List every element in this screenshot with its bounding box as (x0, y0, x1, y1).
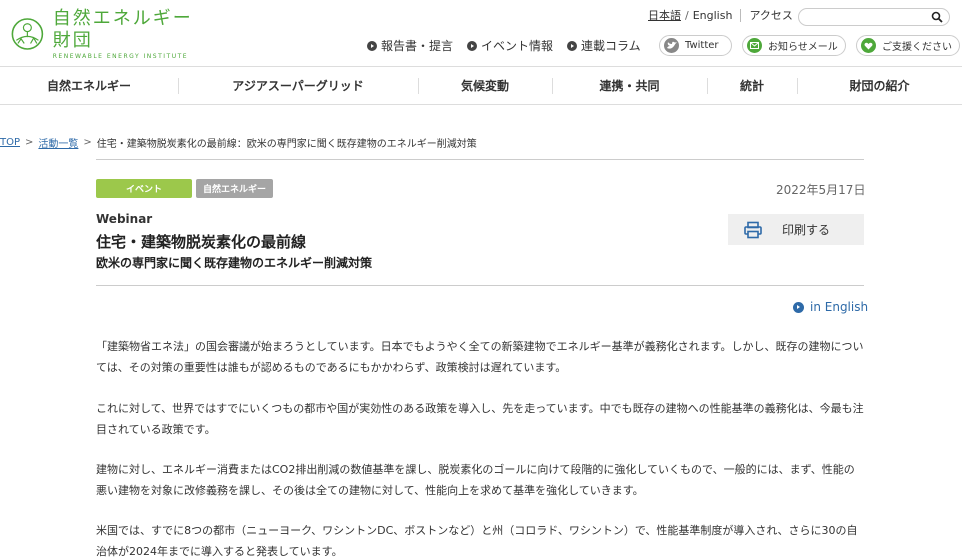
arrow-circle-icon (793, 301, 804, 313)
tag-category[interactable]: 自然エネルギー (196, 179, 273, 198)
mail-icon (747, 38, 762, 53)
arrow-circle-icon (467, 40, 478, 51)
twitter-icon (664, 38, 679, 53)
article-paragraph: 「建築物省エネ法」の国会審議が始まろうとしています。日本でもようやく全ての新築建… (96, 340, 864, 374)
page-title: 住宅・建築物脱炭素化の最前線 (96, 233, 307, 251)
twitter-label: Twitter (685, 40, 719, 51)
sub-nav-label: イベント情報 (481, 39, 554, 53)
search-box (798, 8, 950, 29)
support-label: ご支援ください (882, 42, 952, 53)
in-english-link[interactable]: in English (793, 300, 868, 314)
printer-icon (744, 221, 762, 238)
nav-statistics[interactable]: 統計 (707, 67, 797, 104)
site-logo[interactable]: 自然エネルギー財団 RENEWABLE ENERGY INSTITUTE (10, 8, 195, 60)
heart-hand-icon (861, 38, 876, 53)
lang-english-link[interactable]: English (693, 9, 733, 22)
newsletter-label: お知らせメール (768, 42, 838, 53)
logo-icon (11, 18, 44, 50)
sub-nav-label: 連載コラム (581, 39, 641, 53)
nav-renewable-energy[interactable]: 自然エネルギー (0, 67, 178, 104)
sub-nav: 報告書・提言 イベント情報 連載コラム (367, 37, 655, 54)
divider (740, 8, 742, 22)
arrow-circle-icon (367, 40, 377, 51)
access-link[interactable]: アクセス (749, 7, 792, 23)
article-paragraph: 建物に対し、エネルギー消費またはCO2排出削減の数値基準を課し、脱炭素化のゴール… (96, 463, 855, 497)
logo-english-text: RENEWABLE ENERGY INSTITUTE (52, 52, 189, 60)
newsletter-button[interactable]: お知らせメール (742, 35, 846, 56)
breadcrumb-top-link[interactable]: TOP (0, 137, 20, 148)
sub-nav-label: 報告書・提言 (381, 39, 454, 53)
sub-nav-reports[interactable]: 報告書・提言 (367, 37, 453, 54)
main-nav: 自然エネルギー アジアスーパーグリッド 気候変動 連携・共同 統計 財団の紹介 (0, 66, 962, 105)
print-button[interactable]: 印刷する (728, 214, 864, 245)
logo-japanese-text: 自然エネルギー財団 (52, 7, 193, 51)
twitter-button[interactable]: Twitter (659, 35, 732, 56)
nav-asia-super-grid[interactable]: アジアスーパーグリッド (178, 67, 418, 104)
breadcrumb: TOP > 活動一覧 > 住宅・建築物脱炭素化の最前線：欧米の専門家に聞く既存建… (0, 135, 477, 150)
lang-separator: / (685, 8, 689, 22)
sub-nav-events[interactable]: イベント情報 (467, 37, 553, 54)
breadcrumb-activity-link[interactable]: 活動一覧 (38, 135, 78, 150)
in-english-label: in English (810, 300, 869, 314)
divider (96, 285, 864, 286)
arrow-circle-icon (567, 40, 578, 51)
search-icon[interactable] (931, 11, 943, 23)
nav-climate-change[interactable]: 気候変動 (418, 67, 552, 104)
article-paragraph: これに対して、世界ではすでにいくつもの都市や国が実効性のある政策を導入し、先を走… (96, 402, 864, 436)
article-paragraph: 米国では、すでに8つの都市（ニューヨーク、ワシントンDC、ボストンなど）と州（コ… (96, 524, 858, 558)
article-date: 2022年5月17日 (776, 183, 866, 197)
divider (96, 159, 864, 160)
breadcrumb-current: 住宅・建築物脱炭素化の最前線：欧米の専門家に聞く既存建物のエネルギー削減対策 (96, 139, 477, 150)
sub-nav-columns[interactable]: 連載コラム (567, 37, 641, 54)
site-header: 自然エネルギー財団 RENEWABLE ENERGY INSTITUTE 日本語… (0, 0, 962, 66)
tag-event[interactable]: イベント (96, 179, 192, 198)
chevron-right-icon: > (83, 137, 92, 148)
nav-about[interactable]: 財団の紹介 (797, 67, 962, 104)
lang-japanese-link[interactable]: 日本語 (648, 7, 681, 23)
top-links: 日本語 / English アクセス (648, 7, 793, 23)
nav-partnership[interactable]: 連携・共同 (552, 67, 707, 104)
page-subtitle: 欧米の専門家に聞く既存建物のエネルギー削減対策 (96, 256, 373, 270)
search-input[interactable] (807, 12, 932, 29)
support-button[interactable]: ご支援ください (856, 35, 960, 56)
print-label: 印刷する (782, 223, 831, 237)
chevron-right-icon: > (25, 137, 34, 148)
article-kicker: Webinar (96, 212, 153, 226)
